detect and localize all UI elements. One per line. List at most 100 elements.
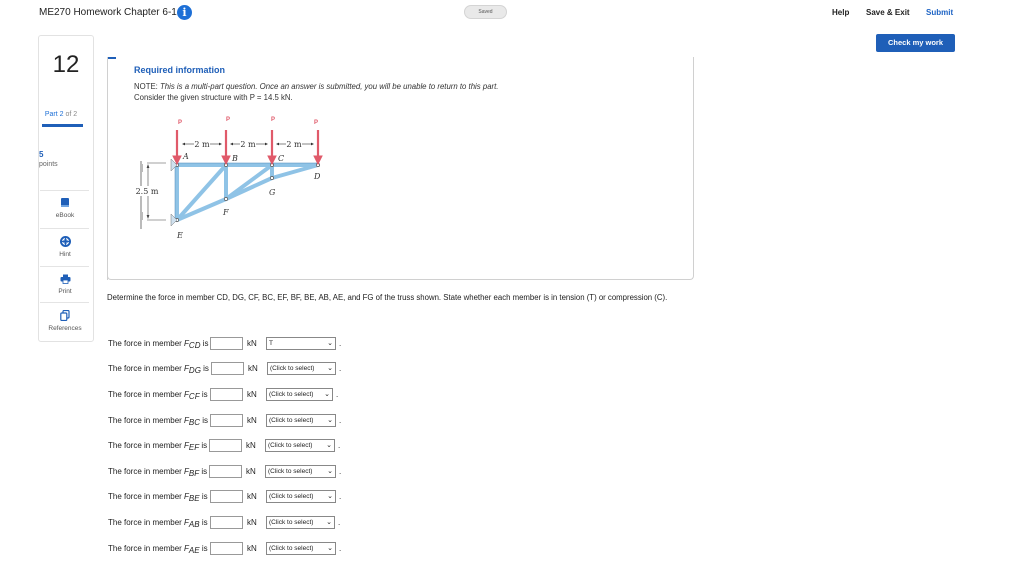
answer-prefix: The force in member	[108, 467, 185, 476]
submit-link[interactable]: Submit	[926, 8, 953, 17]
row-period: .	[339, 467, 342, 476]
load-label: P	[178, 120, 182, 126]
force-value-input[interactable]	[210, 388, 243, 401]
answer-suffix: is	[199, 467, 208, 476]
chevron-down-icon: ⌄	[327, 417, 333, 424]
ebook-label: eBook	[55, 212, 75, 219]
part-of-label: of 2	[65, 111, 78, 118]
references-label: References	[48, 325, 82, 332]
node-label-a: A	[182, 152, 189, 161]
force-value-input[interactable]	[211, 362, 244, 375]
tension-compression-select[interactable]: (Click to select) ⌄	[266, 542, 336, 555]
member-subscript: BC	[188, 418, 201, 427]
part-progress-bar	[42, 124, 83, 127]
part-indicator[interactable]: Part 2 of 2	[38, 111, 84, 118]
row-period: .	[339, 416, 342, 425]
select-value: (Click to select)	[269, 493, 314, 500]
force-value-input[interactable]	[209, 465, 242, 478]
ebook-button[interactable]: eBook	[38, 197, 92, 219]
select-value: (Click to select)	[269, 519, 314, 526]
tension-compression-select[interactable]: (Click to select) ⌄	[266, 414, 336, 427]
answer-suffix: is	[199, 492, 208, 501]
select-value: (Click to select)	[270, 365, 315, 372]
unit-label: kN	[247, 416, 257, 425]
tension-compression-select[interactable]: (Click to select) ⌄	[265, 439, 335, 452]
answer-label: The force in member FAB is	[108, 518, 208, 529]
chevron-down-icon: ⌄	[327, 468, 333, 475]
unit-label: kN	[246, 467, 256, 476]
book-icon	[61, 198, 69, 207]
answer-label: The force in member FBC is	[108, 416, 208, 427]
member-subscript: CD	[188, 341, 201, 350]
answer-suffix: is	[199, 441, 208, 450]
answer-prefix: The force in member	[108, 441, 185, 450]
help-link[interactable]: Help	[832, 8, 849, 17]
force-value-input[interactable]	[210, 337, 243, 350]
member-subscript: EF	[188, 443, 200, 452]
info-icon[interactable]: i	[177, 5, 192, 20]
printer-icon	[60, 274, 70, 284]
answer-suffix: is	[200, 364, 209, 373]
tension-compression-select[interactable]: (Click to select) ⌄	[267, 362, 336, 375]
given-statement: Consider the given structure with P = 14…	[134, 93, 293, 102]
save-exit-link[interactable]: Save & Exit	[866, 8, 910, 17]
force-value-input[interactable]	[209, 439, 242, 452]
answer-label: The force in member FCD is	[108, 339, 208, 350]
hint-button[interactable]: Hint	[38, 236, 92, 258]
load-label: P	[271, 117, 275, 123]
force-value-input[interactable]	[210, 516, 243, 529]
tension-compression-select[interactable]: (Click to select) ⌄	[266, 516, 335, 529]
tension-compression-select[interactable]: (Click to select) ⌄	[266, 490, 336, 503]
force-value-input[interactable]	[210, 490, 243, 503]
answer-label: The force in member FDG is	[108, 364, 209, 375]
chevron-down-icon: ⌄	[324, 391, 330, 398]
part-label: Part 2	[44, 111, 64, 118]
chevron-down-icon: ⌄	[327, 493, 333, 500]
row-period: .	[336, 390, 339, 399]
tension-compression-select[interactable]: T ⌄	[266, 337, 336, 350]
tension-compression-select[interactable]: (Click to select) ⌄	[266, 388, 333, 401]
note-prefix: NOTE:	[134, 82, 160, 91]
check-my-work-button[interactable]: Check my work	[876, 34, 955, 52]
row-period: .	[339, 544, 342, 553]
references-button[interactable]: References	[38, 310, 92, 332]
question-sidebar: 12	[38, 35, 94, 342]
member-subscript: DG	[188, 366, 201, 375]
row-period: .	[339, 492, 342, 501]
node-label-b: B	[231, 154, 238, 163]
question-text: Determine the force in member CD, DG, CF…	[107, 293, 668, 302]
member-subscript: CF	[188, 392, 200, 401]
select-value: (Click to select)	[268, 442, 313, 449]
note-italic: This is a multi-part question. Once an a…	[160, 82, 499, 91]
answer-prefix: The force in member	[108, 518, 185, 527]
answer-suffix: is	[199, 390, 208, 399]
chevron-down-icon: ⌄	[326, 442, 332, 449]
chevron-down-icon: ⌄	[326, 519, 332, 526]
top-bar: ME270 Homework Chapter 6-1 i Saved Help …	[0, 0, 1024, 26]
row-period: .	[338, 518, 341, 527]
answer-label: The force in member FBE is	[108, 492, 208, 503]
force-value-input[interactable]	[210, 542, 243, 555]
tension-compression-select[interactable]: (Click to select) ⌄	[265, 465, 336, 478]
answer-prefix: The force in member	[108, 390, 185, 399]
node-label-g: G	[269, 188, 276, 197]
force-value-input[interactable]	[210, 414, 243, 427]
load-label: P	[314, 120, 318, 126]
print-button[interactable]: Print	[38, 274, 92, 295]
answer-prefix: The force in member	[108, 416, 185, 425]
answer-suffix: is	[199, 544, 208, 553]
select-value: (Click to select)	[268, 468, 313, 475]
row-period: .	[339, 339, 342, 348]
panel-marker	[108, 57, 116, 59]
node-label-c: C	[278, 154, 284, 163]
sidebar-divider	[40, 266, 89, 267]
select-value: T	[269, 340, 273, 347]
unit-label: kN	[247, 492, 257, 501]
member-subscript: AE	[188, 546, 200, 555]
unit-label: kN	[247, 544, 257, 553]
answer-prefix: The force in member	[108, 492, 185, 501]
node-label-f: F	[222, 208, 229, 217]
sidebar-divider	[40, 228, 89, 229]
unit-label: kN	[247, 390, 257, 399]
member-subscript: BE	[188, 494, 200, 503]
